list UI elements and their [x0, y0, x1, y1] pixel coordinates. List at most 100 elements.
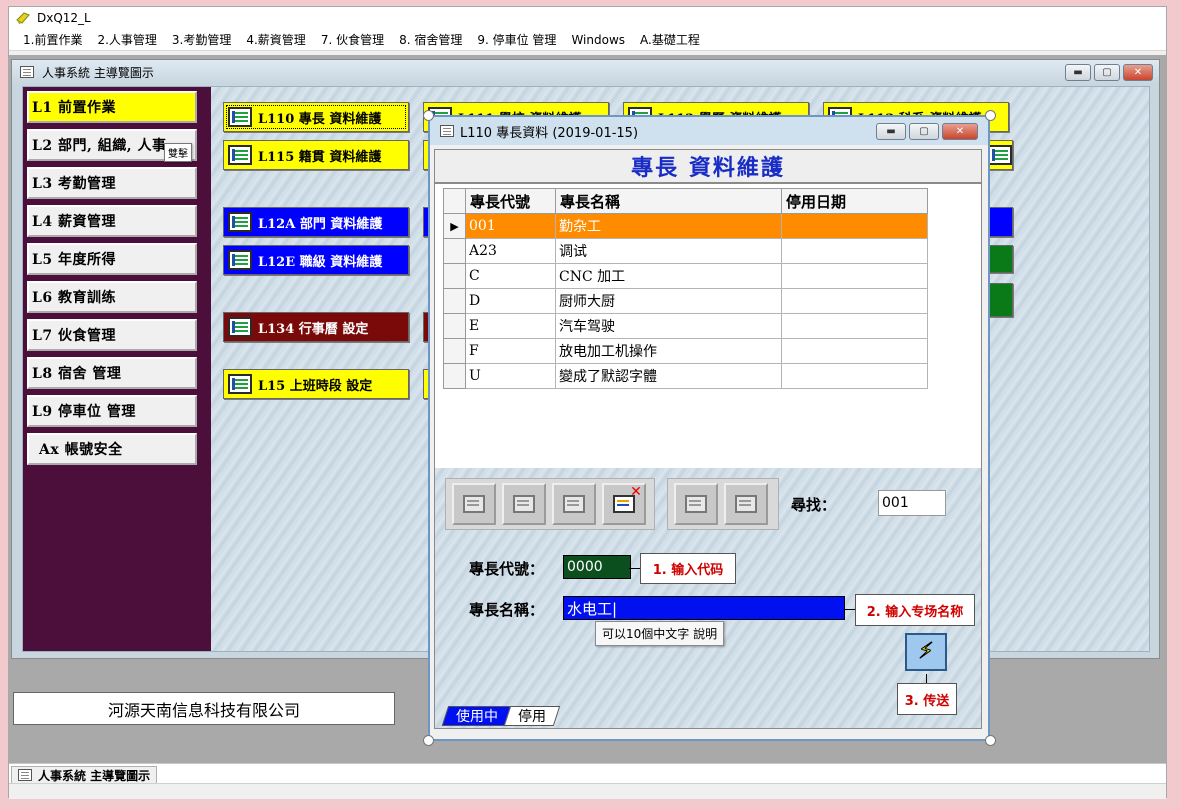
- l110-form-body: 專長 資料維護 專長代號 專長名稱 停用日期 ▶ 001 勤杂工 A23 调试 …: [434, 149, 982, 729]
- cell-name[interactable]: 调试: [555, 238, 782, 264]
- cell-code[interactable]: A23: [465, 238, 556, 264]
- form-icon: [228, 374, 252, 394]
- copy-record-button[interactable]: [552, 483, 596, 525]
- skill-name-label: 專長名稱：: [469, 601, 545, 619]
- left-menu-l3[interactable]: L3 考勤管理: [27, 167, 197, 199]
- menu-button-l15[interactable]: L15 上班時段 設定: [223, 369, 409, 399]
- left-menu-l8[interactable]: L8 宿舍 管理: [27, 357, 197, 389]
- app-logo-icon: [16, 12, 30, 24]
- annotation-enter-code: 1. 输入代码: [640, 553, 736, 584]
- minimize-button[interactable]: ▬: [1065, 64, 1091, 81]
- left-menu-l1[interactable]: L1 前置作業: [27, 91, 197, 123]
- menu-item-payroll[interactable]: 4.薪資管理: [246, 31, 305, 48]
- taskbar-tab-label: 人事系統 主導覽圖示: [38, 768, 151, 783]
- left-menu-ax[interactable]: Ax 帳號安全: [27, 433, 197, 465]
- cell-disable-date[interactable]: [781, 288, 928, 314]
- skill-name-input[interactable]: 水电工|: [563, 596, 845, 620]
- left-menu-l4[interactable]: L4 薪資管理: [27, 205, 197, 237]
- table-row[interactable]: C CNC 加工: [443, 263, 928, 289]
- maximize-button[interactable]: ▢: [909, 123, 939, 140]
- row-indicator: [443, 288, 466, 314]
- cell-code[interactable]: F: [465, 338, 556, 364]
- cell-code[interactable]: U: [465, 363, 556, 389]
- menu-button-l12e[interactable]: L12E 職級 資料維護: [223, 245, 409, 275]
- close-button[interactable]: ✕: [1123, 64, 1153, 81]
- cell-disable-date[interactable]: [781, 263, 928, 289]
- resize-handle[interactable]: [985, 735, 996, 746]
- menu-button-l115[interactable]: L115 籍貫 資料維護: [223, 140, 409, 170]
- edit-record-button[interactable]: [502, 483, 546, 525]
- delete-x-icon: ✕: [630, 484, 642, 500]
- add-record-button[interactable]: [452, 483, 496, 525]
- search-input[interactable]: 001: [878, 490, 946, 516]
- delete-record-button[interactable]: ✕: [602, 483, 646, 525]
- taskbar-tab-main-nav[interactable]: 人事系統 主導覽圖示: [11, 766, 158, 784]
- table-row[interactable]: E 汽车驾驶: [443, 313, 928, 339]
- table-row[interactable]: F 放电加工机操作: [443, 338, 928, 364]
- cell-name[interactable]: CNC 加工: [555, 263, 782, 289]
- cell-code[interactable]: C: [465, 263, 556, 289]
- menu-button-l110[interactable]: L110 專長 資料維護: [223, 102, 409, 132]
- resize-handle[interactable]: [423, 735, 434, 746]
- annotation-send: 3. 传送: [897, 683, 957, 715]
- grid-header-code[interactable]: 專長代號: [465, 188, 556, 214]
- left-menu-l5[interactable]: L5 年度所得: [27, 243, 197, 275]
- resize-handle[interactable]: [985, 110, 996, 121]
- cell-code[interactable]: D: [465, 288, 556, 314]
- menu-button-l134[interactable]: L134 行事曆 設定: [223, 312, 409, 342]
- form-icon: [228, 212, 252, 232]
- close-button[interactable]: ✕: [942, 123, 978, 140]
- table-row[interactable]: D 厨师大厨: [443, 288, 928, 314]
- skill-name-hint: 可以10個中文字 說明: [595, 621, 725, 646]
- menu-item-dormitory[interactable]: 8. 宿舍管理: [399, 31, 462, 48]
- cell-code[interactable]: 001: [465, 213, 556, 239]
- menu-item-attendance[interactable]: 3.考勤管理: [172, 31, 231, 48]
- tab-in-use[interactable]: 使用中: [441, 706, 513, 726]
- main-nav-title: 人事系統 主導覽圖示: [42, 65, 154, 80]
- tab-disabled[interactable]: 停用: [503, 706, 561, 726]
- l110-window-controls: ▬ ▢ ✕: [876, 123, 978, 140]
- window-form-icon: [18, 769, 32, 781]
- menu-item-windows[interactable]: Windows: [571, 33, 625, 47]
- resize-handle[interactable]: [423, 110, 434, 121]
- cell-code[interactable]: E: [465, 313, 556, 339]
- menu-item-hr[interactable]: 2.人事管理: [97, 31, 156, 48]
- left-menu-l7[interactable]: L7 伙食管理: [27, 319, 197, 351]
- minimize-button[interactable]: ▬: [876, 123, 906, 140]
- cell-disable-date[interactable]: [781, 238, 928, 264]
- cell-name[interactable]: 汽车驾驶: [555, 313, 782, 339]
- cell-disable-date[interactable]: [781, 338, 928, 364]
- cell-disable-date[interactable]: [781, 363, 928, 389]
- left-menu-l9[interactable]: L9 停車位 管理: [27, 395, 197, 427]
- cell-name[interactable]: 放电加工机操作: [555, 338, 782, 364]
- menu-button-l12a[interactable]: L12A 部門 資料維護: [223, 207, 409, 237]
- grid-header-disable-date[interactable]: 停用日期: [781, 188, 928, 214]
- print-button[interactable]: [674, 483, 718, 525]
- send-button[interactable]: ⚡: [905, 633, 947, 671]
- maximize-button[interactable]: ▢: [1094, 64, 1120, 81]
- table-row[interactable]: U 變成了默認字體: [443, 363, 928, 389]
- table-row[interactable]: ▶ 001 勤杂工: [443, 213, 928, 239]
- grid-header-name[interactable]: 專長名稱: [555, 188, 782, 214]
- tab-label: 停用: [518, 709, 546, 725]
- menu-item-meals[interactable]: 7. 伙食管理: [321, 31, 384, 48]
- cell-disable-date[interactable]: [781, 313, 928, 339]
- app-titlebar: DxQ12_L: [9, 7, 1166, 29]
- menu-item-basic[interactable]: A.基礎工程: [640, 31, 700, 48]
- cell-name[interactable]: 勤杂工: [555, 213, 782, 239]
- table-row[interactable]: A23 调试: [443, 238, 928, 264]
- cell-name[interactable]: 厨师大厨: [555, 288, 782, 314]
- copy-icon: [563, 495, 585, 513]
- cell-name[interactable]: 變成了默認字體: [555, 363, 782, 389]
- skill-code-input[interactable]: 0000: [563, 555, 631, 579]
- exit-button[interactable]: [724, 483, 768, 525]
- left-menu-l6[interactable]: L6 教育訓练: [27, 281, 197, 313]
- skills-grid[interactable]: 專長代號 專長名稱 停用日期 ▶ 001 勤杂工 A23 调试 C CNC 加工…: [443, 188, 928, 389]
- form-icon: [228, 317, 252, 337]
- menu-item-setup[interactable]: 1.前置作業: [23, 31, 82, 48]
- menu-item-parking[interactable]: 9. 停車位 管理: [477, 31, 556, 48]
- cell-disable-date[interactable]: [781, 213, 928, 239]
- l110-title: L110 專長資料 (2019-01-15): [460, 125, 639, 141]
- skill-code-label: 專長代號：: [469, 560, 545, 578]
- add-icon: [463, 495, 485, 513]
